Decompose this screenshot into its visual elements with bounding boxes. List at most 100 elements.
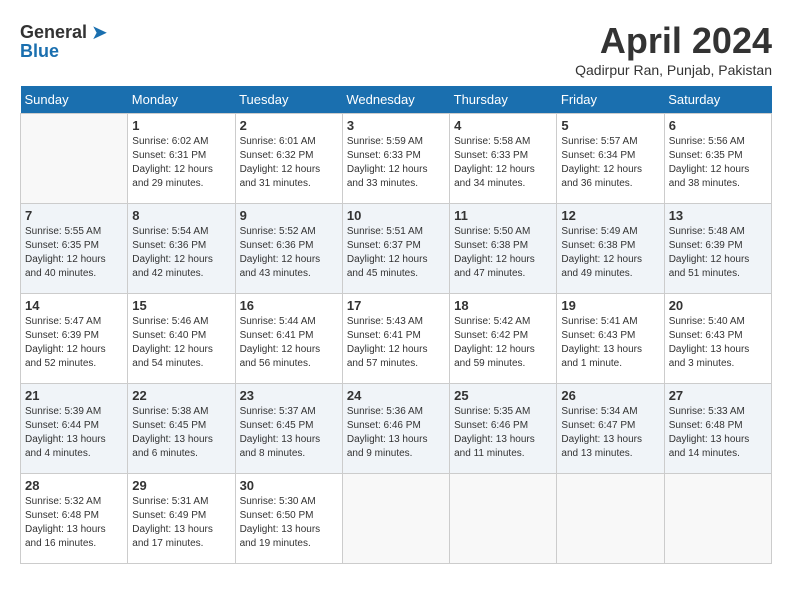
calendar-cell: 26 Sunrise: 5:34 AMSunset: 6:47 PMDaylig… [557, 384, 664, 474]
calendar-cell: 19 Sunrise: 5:41 AMSunset: 6:43 PMDaylig… [557, 294, 664, 384]
cell-info: Sunrise: 5:31 AMSunset: 6:49 PMDaylight:… [132, 496, 213, 549]
week-row-1: 1 Sunrise: 6:02 AMSunset: 6:31 PMDayligh… [21, 114, 772, 204]
cell-info: Sunrise: 5:37 AMSunset: 6:45 PMDaylight:… [240, 406, 321, 459]
column-header-monday: Monday [128, 86, 235, 114]
cell-info: Sunrise: 5:42 AMSunset: 6:42 PMDaylight:… [454, 316, 535, 369]
column-header-saturday: Saturday [664, 86, 771, 114]
day-number: 30 [240, 478, 338, 493]
week-row-5: 28 Sunrise: 5:32 AMSunset: 6:48 PMDaylig… [21, 474, 772, 564]
calendar-cell: 5 Sunrise: 5:57 AMSunset: 6:34 PMDayligh… [557, 114, 664, 204]
calendar-cell [342, 474, 449, 564]
cell-info: Sunrise: 5:46 AMSunset: 6:40 PMDaylight:… [132, 316, 213, 369]
cell-info: Sunrise: 5:35 AMSunset: 6:46 PMDaylight:… [454, 406, 535, 459]
cell-info: Sunrise: 5:47 AMSunset: 6:39 PMDaylight:… [25, 316, 106, 369]
calendar-cell: 3 Sunrise: 5:59 AMSunset: 6:33 PMDayligh… [342, 114, 449, 204]
day-number: 5 [561, 118, 659, 133]
calendar-cell: 4 Sunrise: 5:58 AMSunset: 6:33 PMDayligh… [450, 114, 557, 204]
cell-info: Sunrise: 6:02 AMSunset: 6:31 PMDaylight:… [132, 136, 213, 189]
cell-info: Sunrise: 5:44 AMSunset: 6:41 PMDaylight:… [240, 316, 321, 369]
day-number: 4 [454, 118, 552, 133]
cell-info: Sunrise: 5:43 AMSunset: 6:41 PMDaylight:… [347, 316, 428, 369]
calendar-cell: 12 Sunrise: 5:49 AMSunset: 6:38 PMDaylig… [557, 204, 664, 294]
day-number: 17 [347, 298, 445, 313]
day-number: 10 [347, 208, 445, 223]
calendar-cell: 25 Sunrise: 5:35 AMSunset: 6:46 PMDaylig… [450, 384, 557, 474]
month-title: April 2024 [575, 20, 772, 62]
week-row-3: 14 Sunrise: 5:47 AMSunset: 6:39 PMDaylig… [21, 294, 772, 384]
calendar-cell [450, 474, 557, 564]
header-row: SundayMondayTuesdayWednesdayThursdayFrid… [21, 86, 772, 114]
calendar-cell: 9 Sunrise: 5:52 AMSunset: 6:36 PMDayligh… [235, 204, 342, 294]
calendar-cell: 6 Sunrise: 5:56 AMSunset: 6:35 PMDayligh… [664, 114, 771, 204]
cell-info: Sunrise: 5:39 AMSunset: 6:44 PMDaylight:… [25, 406, 106, 459]
day-number: 13 [669, 208, 767, 223]
day-number: 7 [25, 208, 123, 223]
calendar-cell: 20 Sunrise: 5:40 AMSunset: 6:43 PMDaylig… [664, 294, 771, 384]
cell-info: Sunrise: 5:55 AMSunset: 6:35 PMDaylight:… [25, 226, 106, 279]
cell-info: Sunrise: 5:57 AMSunset: 6:34 PMDaylight:… [561, 136, 642, 189]
calendar-cell: 29 Sunrise: 5:31 AMSunset: 6:49 PMDaylig… [128, 474, 235, 564]
calendar-cell: 11 Sunrise: 5:50 AMSunset: 6:38 PMDaylig… [450, 204, 557, 294]
calendar-cell: 22 Sunrise: 5:38 AMSunset: 6:45 PMDaylig… [128, 384, 235, 474]
day-number: 19 [561, 298, 659, 313]
cell-info: Sunrise: 5:33 AMSunset: 6:48 PMDaylight:… [669, 406, 750, 459]
calendar-cell: 14 Sunrise: 5:47 AMSunset: 6:39 PMDaylig… [21, 294, 128, 384]
cell-info: Sunrise: 5:54 AMSunset: 6:36 PMDaylight:… [132, 226, 213, 279]
calendar-cell: 28 Sunrise: 5:32 AMSunset: 6:48 PMDaylig… [21, 474, 128, 564]
day-number: 12 [561, 208, 659, 223]
location-text: Qadirpur Ran, Punjab, Pakistan [575, 62, 772, 78]
day-number: 2 [240, 118, 338, 133]
day-number: 26 [561, 388, 659, 403]
calendar-cell: 15 Sunrise: 5:46 AMSunset: 6:40 PMDaylig… [128, 294, 235, 384]
calendar-cell: 23 Sunrise: 5:37 AMSunset: 6:45 PMDaylig… [235, 384, 342, 474]
calendar-cell: 8 Sunrise: 5:54 AMSunset: 6:36 PMDayligh… [128, 204, 235, 294]
day-number: 24 [347, 388, 445, 403]
day-number: 27 [669, 388, 767, 403]
calendar-cell: 18 Sunrise: 5:42 AMSunset: 6:42 PMDaylig… [450, 294, 557, 384]
cell-info: Sunrise: 5:36 AMSunset: 6:46 PMDaylight:… [347, 406, 428, 459]
day-number: 29 [132, 478, 230, 493]
calendar-cell: 10 Sunrise: 5:51 AMSunset: 6:37 PMDaylig… [342, 204, 449, 294]
day-number: 22 [132, 388, 230, 403]
week-row-4: 21 Sunrise: 5:39 AMSunset: 6:44 PMDaylig… [21, 384, 772, 474]
calendar-cell: 27 Sunrise: 5:33 AMSunset: 6:48 PMDaylig… [664, 384, 771, 474]
logo-bird-icon: ➤ [91, 20, 108, 45]
calendar-cell: 17 Sunrise: 5:43 AMSunset: 6:41 PMDaylig… [342, 294, 449, 384]
day-number: 9 [240, 208, 338, 223]
calendar-cell: 1 Sunrise: 6:02 AMSunset: 6:31 PMDayligh… [128, 114, 235, 204]
day-number: 8 [132, 208, 230, 223]
day-number: 3 [347, 118, 445, 133]
calendar-cell: 13 Sunrise: 5:48 AMSunset: 6:39 PMDaylig… [664, 204, 771, 294]
day-number: 16 [240, 298, 338, 313]
calendar-cell: 7 Sunrise: 5:55 AMSunset: 6:35 PMDayligh… [21, 204, 128, 294]
column-header-sunday: Sunday [21, 86, 128, 114]
cell-info: Sunrise: 5:49 AMSunset: 6:38 PMDaylight:… [561, 226, 642, 279]
calendar-cell: 2 Sunrise: 6:01 AMSunset: 6:32 PMDayligh… [235, 114, 342, 204]
cell-info: Sunrise: 6:01 AMSunset: 6:32 PMDaylight:… [240, 136, 321, 189]
column-header-tuesday: Tuesday [235, 86, 342, 114]
cell-info: Sunrise: 5:58 AMSunset: 6:33 PMDaylight:… [454, 136, 535, 189]
week-row-2: 7 Sunrise: 5:55 AMSunset: 6:35 PMDayligh… [21, 204, 772, 294]
cell-info: Sunrise: 5:40 AMSunset: 6:43 PMDaylight:… [669, 316, 750, 369]
day-number: 11 [454, 208, 552, 223]
column-header-thursday: Thursday [450, 86, 557, 114]
logo-blue-text: Blue [20, 41, 59, 62]
day-number: 20 [669, 298, 767, 313]
day-number: 25 [454, 388, 552, 403]
cell-info: Sunrise: 5:56 AMSunset: 6:35 PMDaylight:… [669, 136, 750, 189]
column-header-wednesday: Wednesday [342, 86, 449, 114]
day-number: 23 [240, 388, 338, 403]
cell-info: Sunrise: 5:38 AMSunset: 6:45 PMDaylight:… [132, 406, 213, 459]
calendar-cell: 30 Sunrise: 5:30 AMSunset: 6:50 PMDaylig… [235, 474, 342, 564]
cell-info: Sunrise: 5:50 AMSunset: 6:38 PMDaylight:… [454, 226, 535, 279]
cell-info: Sunrise: 5:51 AMSunset: 6:37 PMDaylight:… [347, 226, 428, 279]
calendar-cell: 24 Sunrise: 5:36 AMSunset: 6:46 PMDaylig… [342, 384, 449, 474]
title-section: April 2024 Qadirpur Ran, Punjab, Pakista… [575, 20, 772, 78]
day-number: 14 [25, 298, 123, 313]
cell-info: Sunrise: 5:30 AMSunset: 6:50 PMDaylight:… [240, 496, 321, 549]
cell-info: Sunrise: 5:32 AMSunset: 6:48 PMDaylight:… [25, 496, 106, 549]
cell-info: Sunrise: 5:48 AMSunset: 6:39 PMDaylight:… [669, 226, 750, 279]
column-header-friday: Friday [557, 86, 664, 114]
calendar-cell [557, 474, 664, 564]
cell-info: Sunrise: 5:41 AMSunset: 6:43 PMDaylight:… [561, 316, 642, 369]
